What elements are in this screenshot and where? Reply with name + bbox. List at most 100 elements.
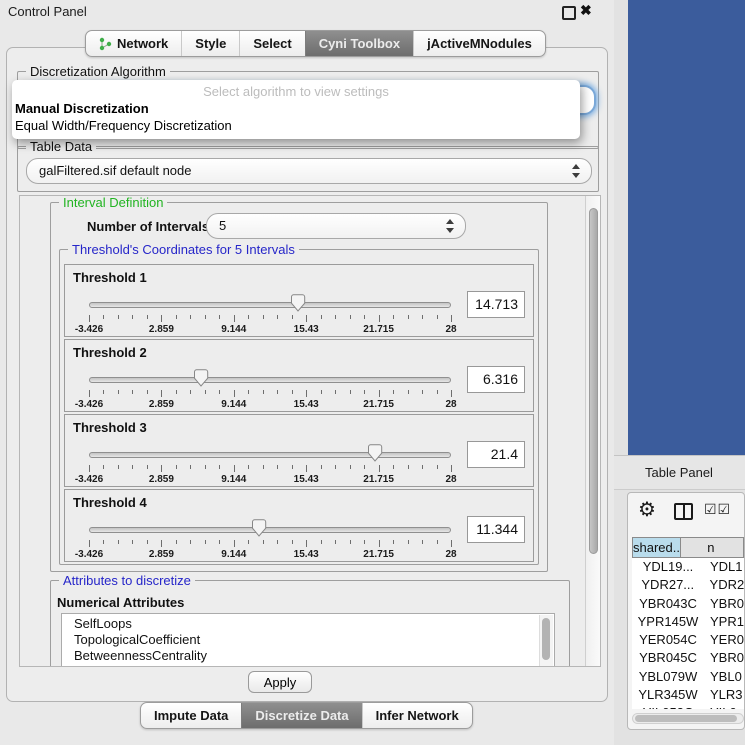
- table-panel-bar: Table Panel: [614, 455, 745, 490]
- slider-tick: [234, 540, 235, 547]
- table-row[interactable]: YDL19...YDL1: [632, 558, 744, 576]
- tab-select[interactable]: Select: [239, 31, 304, 56]
- dropdown-option-equal-width-frequency-discretization[interactable]: Equal Width/Frequency Discretization: [12, 117, 580, 134]
- split-columns-icon[interactable]: [674, 503, 693, 520]
- slider-tick: [451, 465, 452, 472]
- table-cell[interactable]: YBR0: [704, 649, 744, 667]
- gear-icon[interactable]: ⚙: [638, 499, 656, 521]
- slider-tick: [103, 540, 104, 544]
- slider-thumb[interactable]: [290, 294, 305, 312]
- table-row[interactable]: YER054CYER0: [632, 631, 744, 649]
- slider-tick: [393, 540, 394, 544]
- table-data-combobox[interactable]: galFiltered.sif default node: [26, 158, 592, 184]
- threshold-3-slider[interactable]: -3.4262.8599.14415.4321.71528: [87, 443, 459, 487]
- attribute-item-betweennesscentrality[interactable]: BetweennessCentrality: [74, 648, 554, 664]
- vertical-scrollbar-thumb[interactable]: [589, 208, 598, 554]
- slider-tick: [147, 315, 148, 319]
- list-scrollbar-thumb[interactable]: [542, 618, 550, 660]
- table-cell[interactable]: YBR043C: [632, 595, 704, 613]
- tab-discretize-data[interactable]: Discretize Data: [241, 703, 361, 728]
- slider-track[interactable]: [89, 377, 451, 383]
- slider-tick: [350, 465, 351, 469]
- table-row[interactable]: YLR345WYLR3: [632, 686, 744, 704]
- tab-style[interactable]: Style: [181, 31, 239, 56]
- vertical-scrollbar[interactable]: [585, 196, 600, 666]
- table-row[interactable]: YBR045CYBR0: [632, 649, 744, 667]
- tick-label: -3.426: [75, 324, 103, 335]
- slider-tick: [103, 465, 104, 469]
- table-cell[interactable]: YPR145W: [632, 613, 704, 631]
- attribute-item-topologicalcoefficient[interactable]: TopologicalCoefficient: [74, 632, 554, 648]
- table-cell[interactable]: YIL052C: [632, 704, 704, 709]
- slider-tick: [248, 315, 249, 319]
- list-scrollbar[interactable]: [539, 615, 553, 667]
- table-cell[interactable]: YDR27...: [632, 576, 704, 594]
- table-row[interactable]: YDR27...YDR2: [632, 576, 744, 594]
- slider-tick: [408, 540, 409, 544]
- threshold-1-slider[interactable]: -3.4262.8599.14415.4321.71528: [87, 293, 459, 337]
- tab-jactivemnodules[interactable]: jActiveMNodules: [413, 31, 545, 56]
- float-window-icon[interactable]: [562, 6, 576, 20]
- table-row[interactable]: YBR043CYBR0: [632, 595, 744, 613]
- table-row[interactable]: YPR145WYPR1: [632, 613, 744, 631]
- threshold-4-slider[interactable]: -3.4262.8599.14415.4321.71528: [87, 518, 459, 562]
- attribute-item-selfloops[interactable]: SelfLoops: [74, 616, 554, 632]
- slider-tick: [263, 540, 264, 544]
- tab-cyni-toolbox[interactable]: Cyni Toolbox: [305, 31, 413, 56]
- apply-button[interactable]: Apply: [248, 671, 312, 693]
- table-horizontal-scrollbar[interactable]: [632, 713, 744, 724]
- table-cell[interactable]: YDL19...: [632, 558, 704, 576]
- slider-tick: [335, 540, 336, 544]
- threshold-list: Threshold 1-3.4262.8599.14415.4321.71528…: [64, 264, 534, 564]
- table-row[interactable]: YIL052CYIL0: [632, 704, 744, 709]
- table-cell[interactable]: YLR3: [704, 686, 743, 704]
- table-horizontal-scrollbar-thumb[interactable]: [635, 715, 737, 722]
- tab-network[interactable]: Network: [86, 31, 181, 56]
- table-cell[interactable]: YER054C: [632, 631, 704, 649]
- table-cell[interactable]: YPR1: [704, 613, 744, 631]
- slider-tick: [234, 390, 235, 397]
- table-cell[interactable]: YLR345W: [632, 686, 704, 704]
- slider-thumb[interactable]: [252, 519, 267, 537]
- table-cell[interactable]: YDL1: [704, 558, 743, 576]
- table-cell[interactable]: YBL079W: [632, 668, 704, 686]
- algorithm-dropdown-popup: Select algorithm to view settings Manual…: [12, 80, 580, 139]
- slider-tick: [234, 315, 235, 322]
- close-icon[interactable]: ✖: [580, 2, 592, 19]
- select-columns-icon[interactable]: ☑☑: [704, 501, 731, 518]
- slider-tick: [379, 465, 380, 472]
- slider-tick: [176, 390, 177, 394]
- table-row[interactable]: YBL079WYBL0: [632, 668, 744, 686]
- threshold-value-field[interactable]: 21.4: [467, 441, 525, 468]
- column-header-1[interactable]: shared...: [632, 537, 681, 558]
- tab-impute-data[interactable]: Impute Data: [141, 703, 241, 728]
- threshold-value-field[interactable]: 6.316: [467, 366, 525, 393]
- group-title: Interval Definition: [59, 195, 167, 210]
- table-cell[interactable]: YIL0: [704, 704, 737, 709]
- threshold-2-slider[interactable]: -3.4262.8599.14415.4321.71528: [87, 368, 459, 412]
- dropdown-option-manual-discretization[interactable]: Manual Discretization: [12, 100, 580, 117]
- slider-thumb[interactable]: [367, 444, 382, 462]
- tick-label: -3.426: [75, 399, 103, 410]
- slider-tick: [147, 540, 148, 544]
- table-cell[interactable]: YER0: [704, 631, 744, 649]
- tick-label: 2.859: [149, 399, 174, 410]
- slider-track[interactable]: [89, 527, 451, 533]
- number-of-intervals-combobox[interactable]: 5: [206, 213, 466, 239]
- slider-tick: [263, 465, 264, 469]
- table-cell[interactable]: YBL0: [704, 668, 742, 686]
- tab-infer-network[interactable]: Infer Network: [362, 703, 472, 728]
- tab-label: Style: [195, 36, 226, 51]
- threshold-value-field[interactable]: 14.713: [467, 291, 525, 318]
- slider-tick: [147, 390, 148, 394]
- tick-label: 28: [445, 549, 456, 560]
- slider-track[interactable]: [89, 452, 451, 458]
- tab-label: jActiveMNodules: [427, 36, 532, 51]
- table-cell[interactable]: YBR045C: [632, 649, 704, 667]
- slider-track[interactable]: [89, 302, 451, 308]
- column-header-2[interactable]: n: [681, 537, 744, 558]
- threshold-value-field[interactable]: 11.344: [467, 516, 525, 543]
- table-cell[interactable]: YBR0: [704, 595, 744, 613]
- table-cell[interactable]: YDR2: [704, 576, 744, 594]
- slider-thumb[interactable]: [194, 369, 209, 387]
